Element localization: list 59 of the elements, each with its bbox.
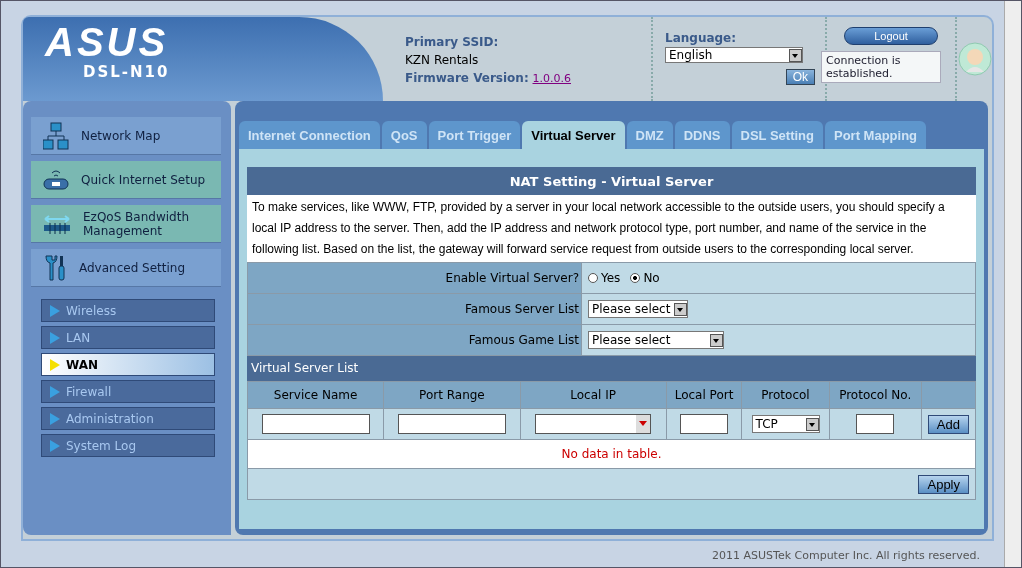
language-label: Language:: [665, 31, 737, 45]
scrollbar[interactable]: [1004, 1, 1021, 567]
service-name-input[interactable]: [261, 414, 370, 434]
form-label: Famous Game List: [247, 324, 582, 356]
triangle-icon: [50, 358, 60, 371]
add-button[interactable]: Add: [927, 414, 969, 434]
local-ip-select[interactable]: [535, 414, 652, 434]
triangle-icon: [50, 331, 60, 344]
column-header: Service Name: [247, 381, 384, 409]
column-header: Local Port: [666, 381, 742, 409]
radio-option[interactable]: No: [630, 271, 660, 285]
sidebar-item[interactable]: Quick Internet Setup: [31, 161, 221, 199]
form-label: Famous Server List: [247, 293, 582, 325]
sidebar-item[interactable]: Advanced Setting: [31, 249, 221, 287]
tools-icon: [43, 253, 67, 282]
brand-logo: ASUS: [45, 21, 169, 63]
sidebar-subitem[interactable]: System Log: [41, 434, 215, 457]
apply-button[interactable]: Apply: [918, 474, 969, 494]
column-header: Local IP: [520, 381, 667, 409]
radio-option[interactable]: Yes: [588, 271, 621, 285]
sidebar-subitem[interactable]: WAN: [41, 353, 215, 376]
sidebar-subitem[interactable]: Administration: [41, 407, 215, 430]
sidebar-item[interactable]: Network Map: [31, 117, 221, 155]
column-header: Port Range: [383, 381, 521, 409]
sidebar-item[interactable]: EzQoS Bandwidth Management: [31, 205, 221, 243]
network-tree-icon: [43, 121, 69, 150]
language-select[interactable]: English: [665, 47, 803, 63]
empty-message: No data in table.: [247, 439, 976, 469]
triangle-icon: [50, 412, 60, 425]
port-range-input[interactable]: [397, 414, 506, 434]
router-icon: [43, 167, 69, 192]
sidebar-subitem[interactable]: Wireless: [41, 299, 215, 322]
ssid-value: KZN Rentals: [405, 53, 480, 67]
sidebar-subitem[interactable]: LAN: [41, 326, 215, 349]
ok-button[interactable]: Ok: [785, 69, 815, 85]
ssid-label: Primary SSID:: [405, 35, 500, 49]
column-header: Protocol No.: [829, 381, 922, 409]
model-name: DSL-N10: [83, 63, 170, 81]
game-select[interactable]: Please select: [588, 331, 724, 349]
protocol-number-input[interactable]: [856, 414, 895, 434]
triangle-icon: [50, 439, 60, 452]
logout-button[interactable]: Logout: [844, 27, 938, 45]
triangle-icon: [50, 385, 60, 398]
form-label: Enable Virtual Server?: [247, 262, 582, 294]
firmware-link[interactable]: 1.0.0.6: [532, 72, 571, 85]
copyright-text: 2011 ASUSTek Computer Inc. All rights reserved.: [711, 548, 981, 564]
description-text: To make services, like WWW, FTP, provided by a server in your local network accessible to the outside users, you should specify a local IP address to the server. Then, add the IP address and network protocol type, port number, and name of the service in the following list. Based on the list, the gateway will forward service request from outside users to the corresponding local server.: [251, 199, 946, 258]
section-title: NAT Setting - Virtual Server: [247, 167, 976, 195]
bandwidth-icon: [43, 212, 71, 235]
sidebar-subitem[interactable]: Firewall: [41, 380, 215, 403]
status-tooltip: Connection is established.: [821, 51, 941, 83]
firmware-label: Firmware Version:: [405, 71, 529, 85]
local-port-input[interactable]: [680, 414, 729, 434]
list-title: Virtual Server List: [247, 356, 976, 381]
triangle-icon: [50, 304, 60, 317]
protocol-select[interactable]: TCP: [751, 415, 820, 433]
column-header: Protocol: [741, 381, 830, 409]
server-select[interactable]: Please select: [588, 300, 688, 318]
tab[interactable]: Virtual Server: [522, 121, 625, 149]
